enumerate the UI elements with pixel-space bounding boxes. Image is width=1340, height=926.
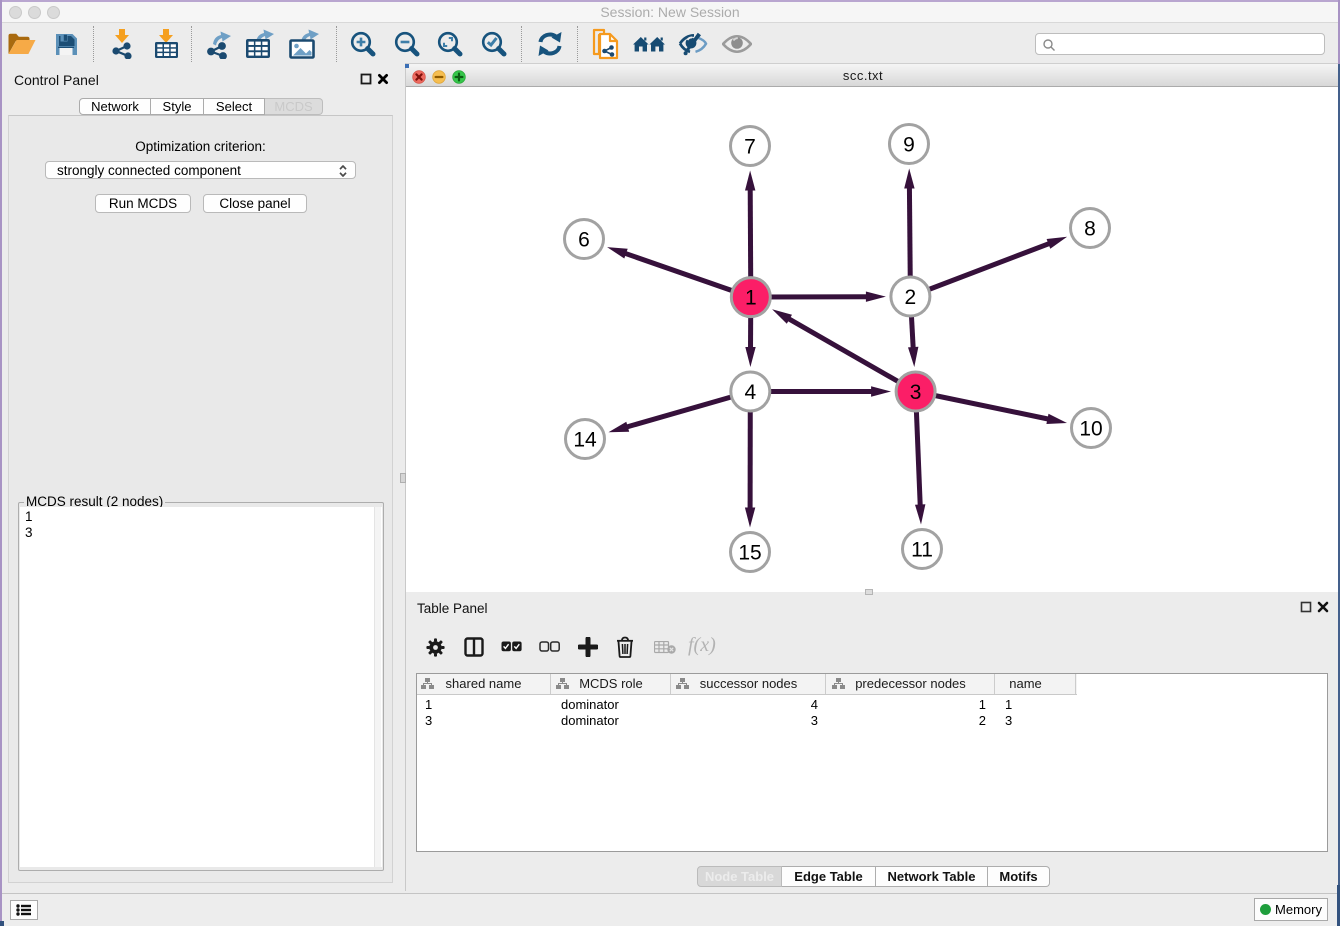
svg-text:2: 2 bbox=[905, 286, 917, 309]
svg-text:10: 10 bbox=[1079, 418, 1102, 441]
svg-text:3: 3 bbox=[910, 381, 922, 404]
svg-text:1: 1 bbox=[745, 287, 757, 310]
svg-text:9: 9 bbox=[903, 134, 915, 157]
svg-text:7: 7 bbox=[744, 136, 756, 159]
svg-text:14: 14 bbox=[573, 429, 597, 452]
svg-text:6: 6 bbox=[578, 229, 590, 252]
svg-text:4: 4 bbox=[744, 381, 756, 404]
svg-text:11: 11 bbox=[911, 539, 933, 562]
svg-text:8: 8 bbox=[1084, 218, 1096, 241]
svg-text:15: 15 bbox=[738, 542, 761, 565]
